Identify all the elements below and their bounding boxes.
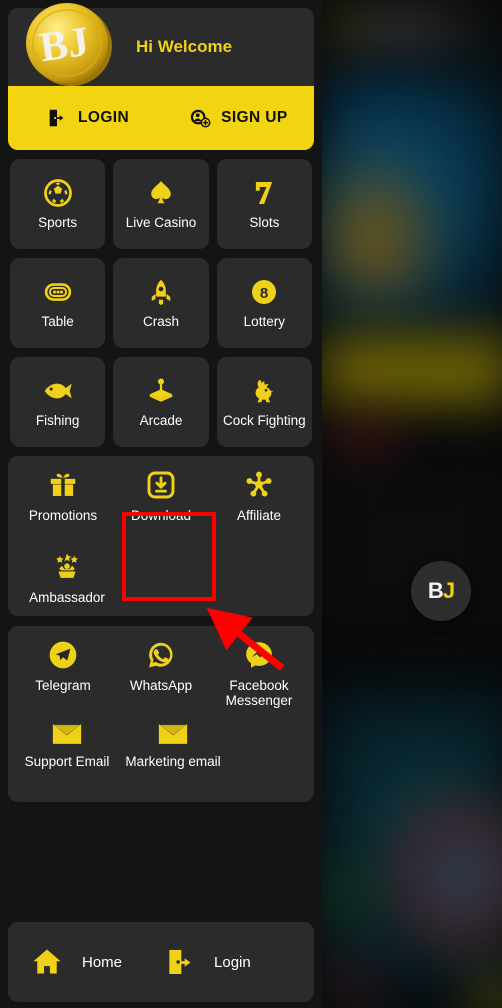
category-label: Cock Fighting bbox=[223, 412, 306, 428]
category-label: Table bbox=[41, 313, 74, 329]
bj-coin-logo-icon: BJ bbox=[26, 3, 112, 86]
category-tile-cock-fighting[interactable]: Cock Fighting bbox=[216, 357, 312, 447]
fish-icon bbox=[42, 376, 74, 406]
category-tile-crash[interactable]: Crash bbox=[113, 258, 209, 348]
home-icon bbox=[30, 946, 64, 978]
login-button[interactable]: LOGIN bbox=[46, 107, 129, 129]
gift-icon bbox=[47, 469, 79, 501]
category-tile-slots[interactable]: Slots bbox=[216, 159, 312, 249]
login-door-icon bbox=[164, 946, 196, 978]
whatsapp-icon bbox=[145, 639, 177, 671]
category-tile-table[interactable]: Table bbox=[10, 258, 106, 348]
contacts-row-1: Telegram WhatsApp Facebook Messenger bbox=[14, 635, 308, 709]
login-door-icon bbox=[49, 109, 64, 127]
nav-item-home[interactable]: Home bbox=[30, 946, 122, 978]
feature-label: Ambassador bbox=[29, 590, 105, 605]
floating-brand-button[interactable]: BJ bbox=[411, 561, 471, 621]
nav-label: Home bbox=[82, 953, 123, 971]
feature-label: Download bbox=[130, 508, 192, 523]
auth-bar: LOGIN SIGN UP bbox=[8, 86, 314, 150]
signup-button-label: SIGN UP bbox=[221, 109, 288, 126]
ambassador-icon bbox=[51, 551, 83, 583]
category-tile-fishing[interactable]: Fishing bbox=[10, 357, 106, 447]
category-row-1: Sports Live Casino Slots bbox=[6, 159, 316, 249]
bottom-nav-bar: Home Login bbox=[8, 922, 314, 1002]
feature-item-ambassador[interactable]: Ambassador bbox=[18, 547, 116, 605]
contact-item-telegram[interactable]: Telegram bbox=[18, 635, 108, 709]
category-tile-sports[interactable]: Sports bbox=[10, 159, 106, 249]
network-hub-icon bbox=[243, 469, 275, 501]
feature-label: Affiliate bbox=[236, 508, 282, 523]
feature-label: Promotions bbox=[28, 508, 98, 523]
category-label: Live Casino bbox=[125, 214, 197, 230]
envelope-icon bbox=[157, 721, 189, 747]
download-icon bbox=[145, 469, 177, 501]
category-label: Sports bbox=[38, 214, 78, 230]
category-tile-arcade[interactable]: Arcade bbox=[113, 357, 209, 447]
joystick-icon bbox=[146, 376, 176, 406]
contact-item-whatsapp[interactable]: WhatsApp bbox=[116, 635, 206, 709]
category-label: Lottery bbox=[243, 313, 285, 329]
signup-button[interactable]: SIGN UP bbox=[189, 107, 288, 129]
feature-item-affiliate[interactable]: Affiliate bbox=[214, 465, 304, 539]
svg-text:BJ: BJ bbox=[37, 19, 92, 71]
welcome-greeting: Hi Welcome bbox=[136, 37, 233, 56]
category-tile-lottery[interactable]: 8 Lottery bbox=[216, 258, 312, 348]
category-tile-live-casino[interactable]: Live Casino bbox=[113, 159, 209, 249]
contact-label: Marketing email bbox=[125, 754, 221, 770]
table-game-icon bbox=[43, 277, 73, 307]
category-label: Crash bbox=[142, 313, 179, 329]
features-row-1: Promotions Download Affiliate bbox=[14, 465, 308, 539]
contacts-row-2: Support Email Marketing email bbox=[14, 717, 308, 791]
contact-item-messenger[interactable]: Facebook Messenger bbox=[214, 635, 304, 709]
contact-label: Facebook Messenger bbox=[225, 678, 293, 709]
fab-logo-text: BJ bbox=[427, 578, 455, 603]
category-label: Slots bbox=[249, 214, 280, 230]
nav-label: Login bbox=[214, 953, 251, 971]
contact-item-marketing-email[interactable]: Marketing email bbox=[124, 717, 222, 791]
contact-label: Support Email bbox=[24, 754, 110, 770]
app-root: BJ BJ Hi Welcome LOGIN SIGN UP Sports Li… bbox=[0, 0, 502, 1008]
contact-label: Telegram bbox=[35, 678, 91, 694]
spade-icon bbox=[146, 178, 176, 208]
feature-item-download[interactable]: Download bbox=[116, 465, 206, 539]
features-row-2: Ambassador bbox=[14, 547, 308, 605]
messenger-icon bbox=[243, 639, 275, 671]
svg-text:8: 8 bbox=[260, 285, 268, 302]
drawer-header: BJ Hi Welcome bbox=[8, 3, 314, 86]
login-button-label: LOGIN bbox=[78, 109, 130, 126]
contacts-panel: Telegram WhatsApp Facebook Messenger Sup… bbox=[8, 626, 314, 803]
side-drawer-menu: BJ Hi Welcome LOGIN SIGN UP Sports Live … bbox=[0, 0, 322, 1008]
envelope-icon bbox=[51, 721, 83, 747]
category-label: Arcade bbox=[139, 412, 183, 428]
lucky-seven-icon bbox=[249, 178, 279, 208]
telegram-icon bbox=[47, 639, 79, 671]
category-label: Fishing bbox=[35, 412, 80, 428]
soccer-ball-icon bbox=[43, 178, 73, 208]
contact-item-support-email[interactable]: Support Email bbox=[18, 717, 116, 791]
rocket-icon bbox=[146, 277, 176, 307]
user-plus-icon bbox=[190, 109, 211, 128]
category-row-3: Fishing Arcade Cock Fighting bbox=[6, 357, 316, 447]
features-panel: Promotions Download Affiliate Ambassador bbox=[8, 456, 314, 617]
contact-label: WhatsApp bbox=[129, 678, 193, 694]
nav-item-login[interactable]: Login bbox=[164, 946, 251, 978]
eight-ball-icon: 8 bbox=[249, 277, 279, 307]
category-row-2: Table Crash 8 Lottery bbox=[6, 258, 316, 348]
rooster-icon bbox=[249, 376, 279, 406]
feature-item-promotions[interactable]: Promotions bbox=[18, 465, 108, 539]
